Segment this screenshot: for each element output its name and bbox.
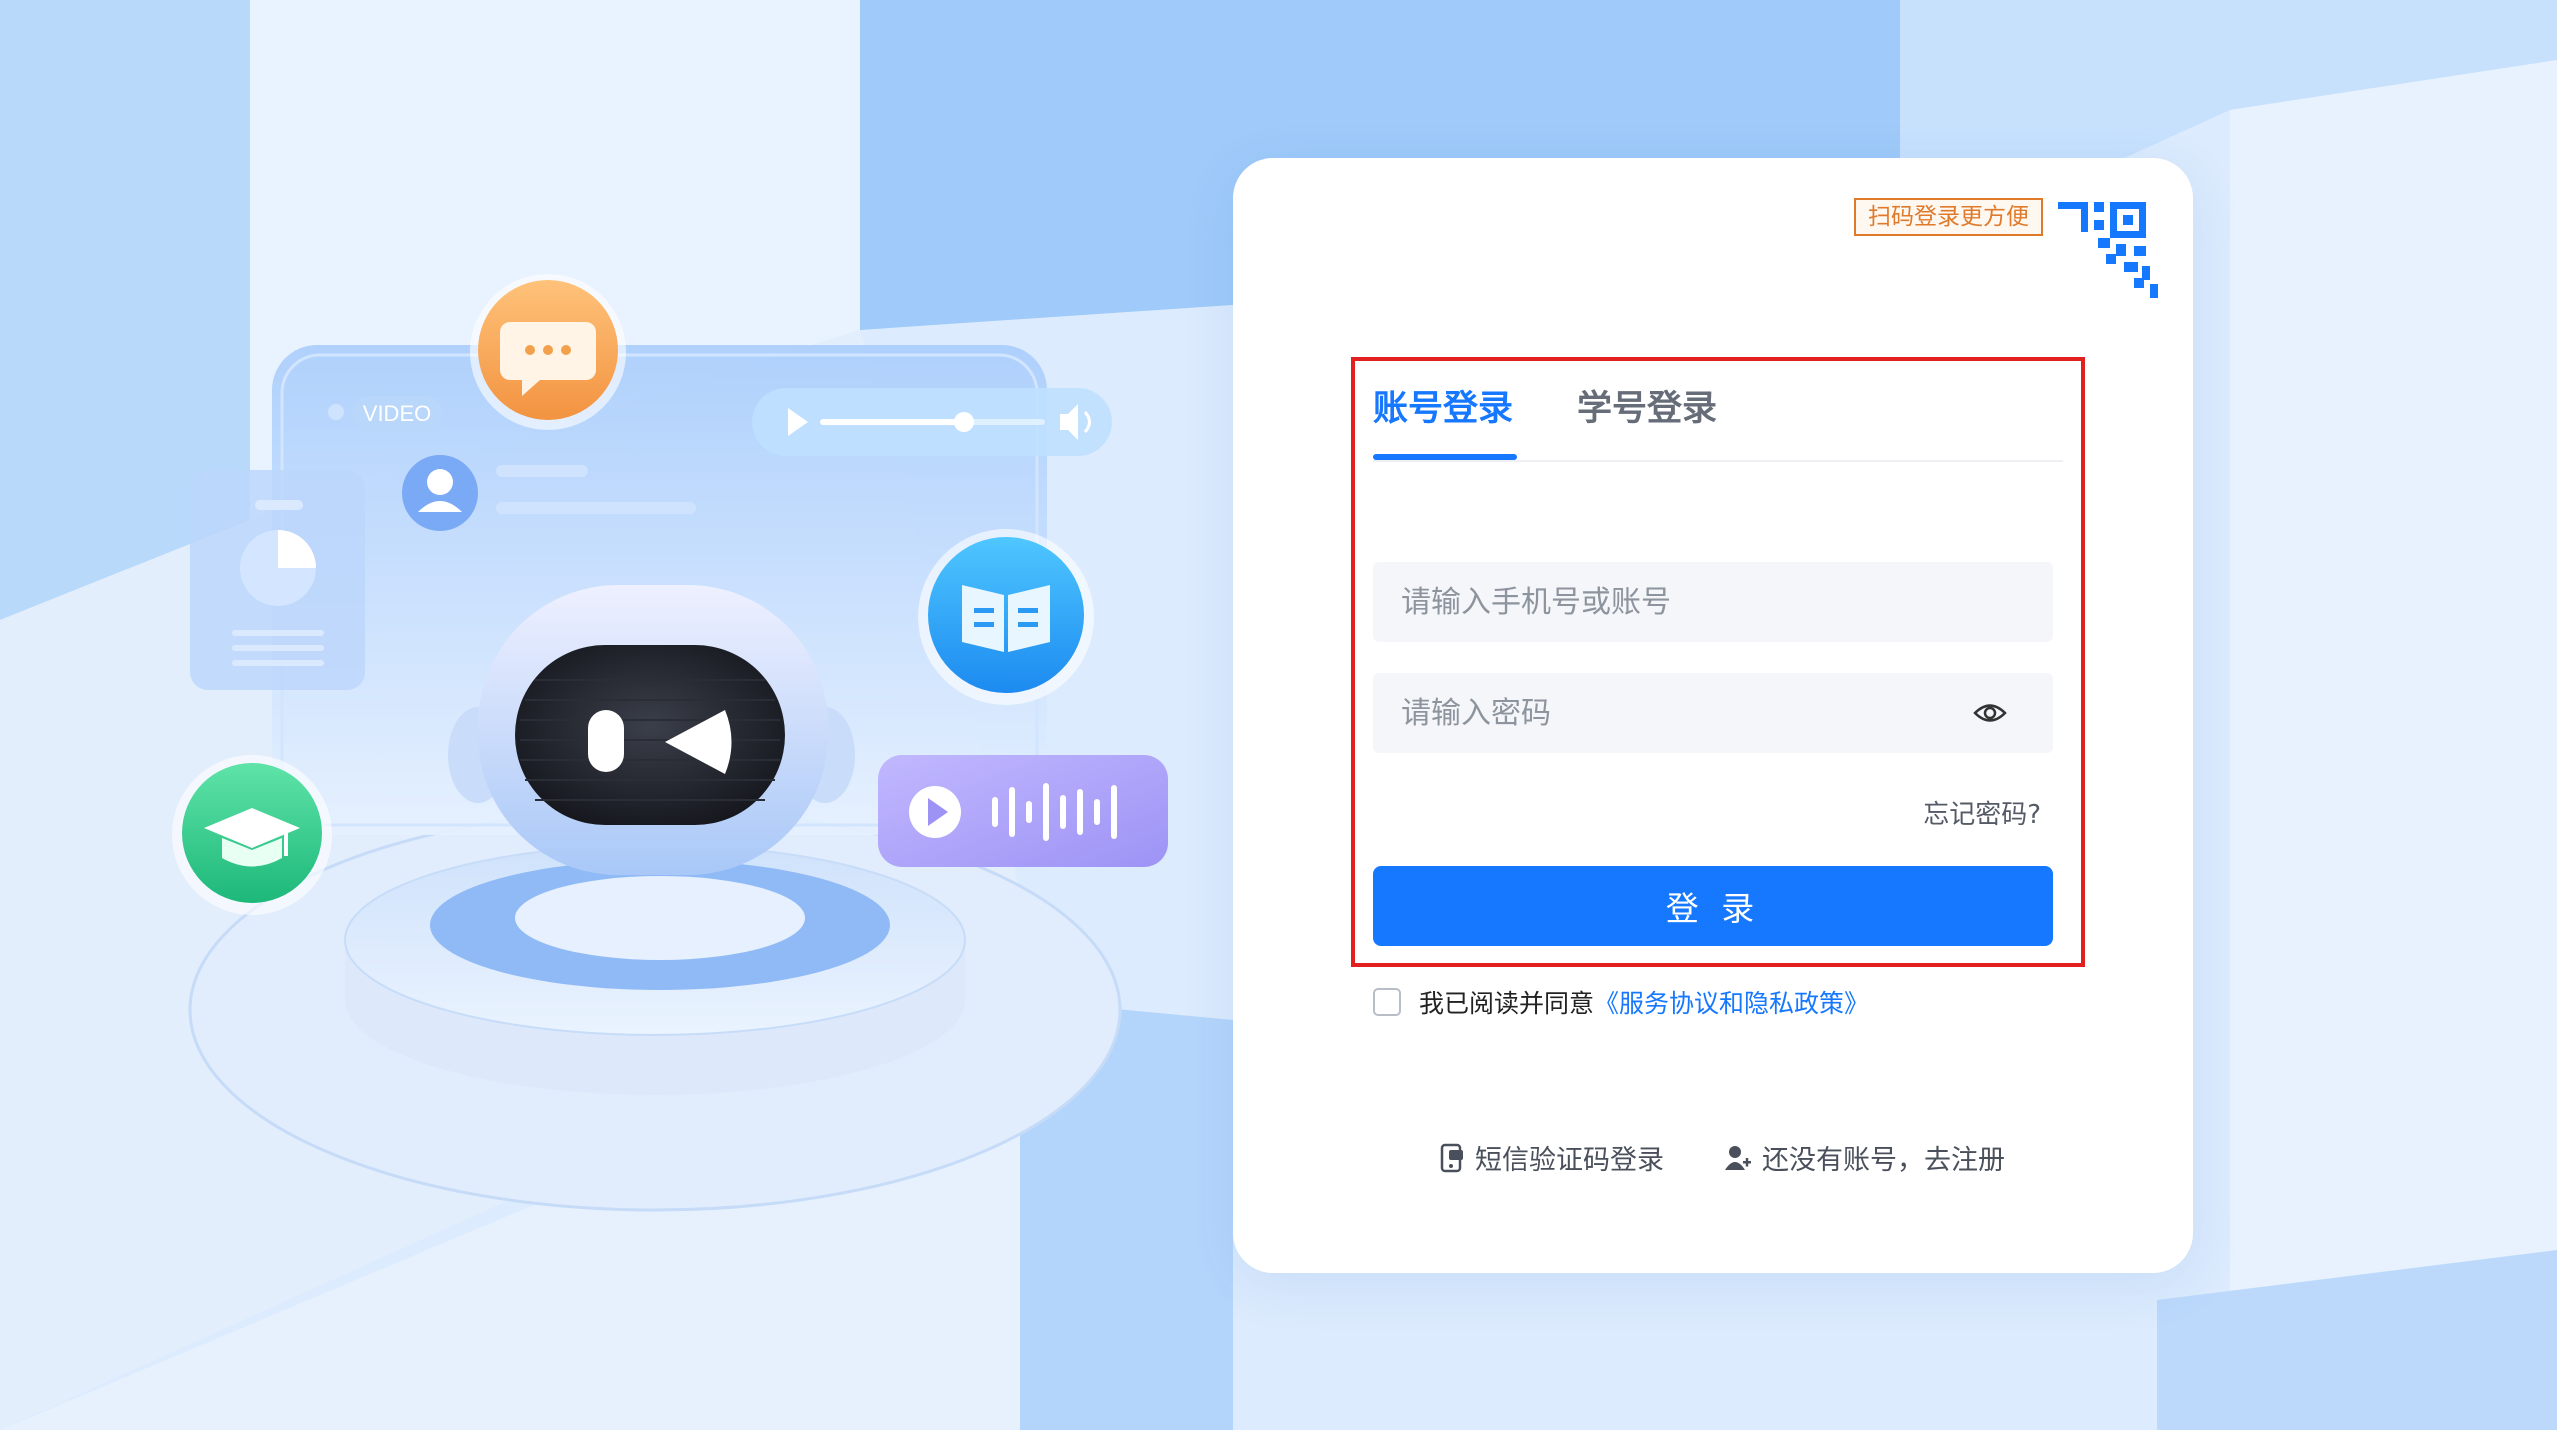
login-card: 扫码登录更方便 账号登录 学号登录 请输入手机号或账号 忘记密码? 登 录 我已… (1233, 158, 2193, 1273)
video-label: VIDEO (363, 401, 431, 426)
sms-phone-icon (1440, 1143, 1463, 1172)
forgot-password-link[interactable]: 忘记密码? (1923, 794, 2041, 831)
alternate-actions: 短信验证码登录 还没有账号，去注册 (1439, 1138, 2005, 1177)
eye-icon[interactable] (1973, 700, 2007, 726)
sms-login-link[interactable]: 短信验证码登录 (1439, 1138, 1664, 1177)
add-user-icon (1725, 1145, 1751, 1170)
login-button[interactable]: 登 录 (1373, 866, 2053, 946)
sms-login-label: 短信验证码登录 (1475, 1145, 1664, 1176)
qr-login-hint[interactable]: 扫码登录更方便 (1854, 198, 2043, 236)
agreement-link[interactable]: 《服务协议和隐私政策》 (1594, 984, 1869, 1020)
tab-student-id-login[interactable]: 学号登录 (1577, 380, 1717, 431)
account-input[interactable] (1399, 583, 1983, 621)
tab-account-login[interactable]: 账号登录 (1373, 380, 1513, 431)
login-tabs: 账号登录 学号登录 (1373, 380, 2063, 462)
agreement-checkbox[interactable] (1373, 988, 1401, 1016)
agreement-text: 我已阅读并同意 (1419, 989, 1595, 1018)
register-link[interactable]: 还没有账号，去注册 (1724, 1138, 2005, 1177)
qr-code-icon[interactable] (2050, 196, 2170, 316)
password-field[interactable] (1373, 673, 2053, 753)
password-input[interactable] (1399, 694, 1983, 732)
agreement-row: 我已阅读并同意 《服务协议和隐私政策》 (1373, 984, 1869, 1020)
account-field[interactable] (1373, 562, 2053, 642)
register-label: 还没有账号，去注册 (1762, 1145, 2005, 1176)
active-tab-indicator (1373, 454, 1517, 460)
